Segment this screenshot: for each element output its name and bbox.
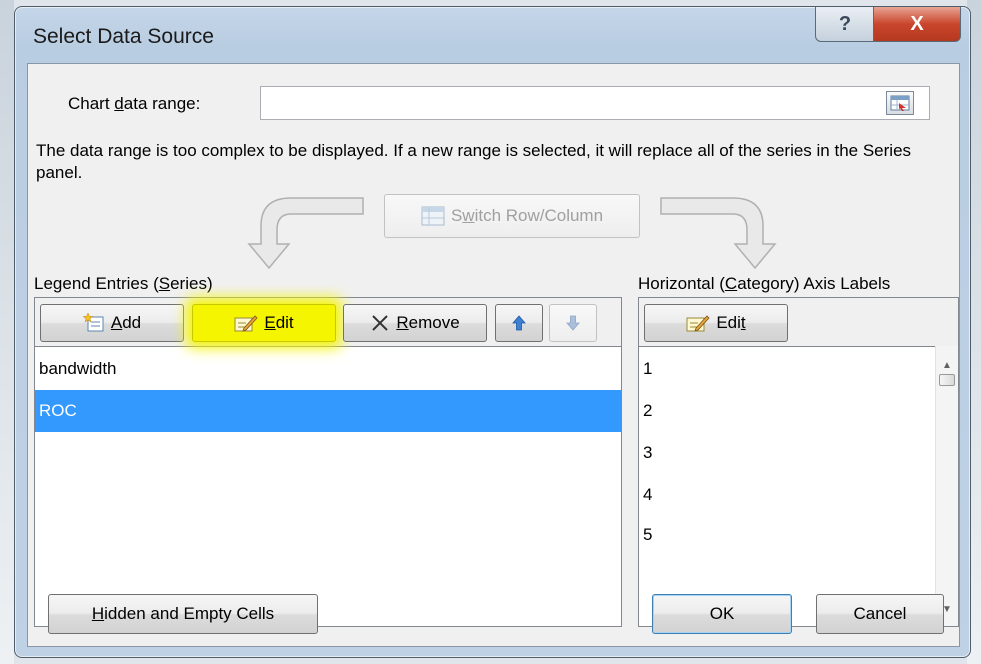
add-series-button[interactable]: Add: [40, 304, 184, 342]
help-button[interactable]: ?: [815, 7, 875, 42]
scroll-up-arrow-icon[interactable]: ▲: [936, 354, 958, 376]
dialog-body: Chart data range: The data range is too …: [27, 63, 960, 647]
chart-data-range-input[interactable]: [260, 86, 930, 120]
axis-label-item[interactable]: 3: [639, 432, 936, 474]
legend-entries-label: Legend Entries (Series): [34, 274, 213, 293]
edit-axis-labels-label: Edit: [716, 313, 746, 332]
move-up-button[interactable]: [495, 304, 543, 342]
axis-labels-panel: Edit 1 2 3 4 5 ▲ ▼: [638, 297, 959, 627]
arrow-down-icon: [566, 315, 580, 331]
remove-icon: [372, 315, 389, 331]
legend-toolbar: Add Edit Remove: [35, 298, 621, 347]
switch-row-column-label: Switch Row/Column: [450, 206, 604, 225]
hidden-and-empty-cells-button[interactable]: Hidden and Empty Cells: [48, 594, 318, 634]
axis-labels-label: Horizontal (Category) Axis Labels: [638, 274, 891, 293]
axis-label-item[interactable]: 1: [639, 348, 936, 390]
left-curved-arrow-icon: [247, 197, 364, 270]
edit-series-button[interactable]: Edit: [192, 304, 336, 342]
arrow-up-icon: [512, 315, 526, 331]
axis-label-item[interactable]: 4: [639, 474, 936, 516]
add-icon: [82, 313, 104, 332]
help-icon: ?: [838, 12, 852, 35]
switch-row-column-button[interactable]: Switch Row/Column: [384, 194, 640, 238]
series-item-bandwidth[interactable]: bandwidth: [35, 348, 621, 390]
axis-label-item[interactable]: 2: [639, 390, 936, 432]
close-icon: X: [910, 12, 924, 35]
select-data-source-dialog: Select Data Source ? X Chart data range:…: [14, 6, 971, 658]
range-select-icon: [890, 95, 910, 111]
series-item-roc[interactable]: ROC: [35, 390, 621, 432]
background-left: [0, 0, 14, 664]
chart-data-range-label: Chart data range:: [68, 94, 201, 113]
info-message: The data range is too complex to be disp…: [36, 141, 912, 182]
remove-series-label: Remove: [396, 313, 460, 332]
collapse-dialog-button[interactable]: [886, 91, 914, 115]
move-down-button[interactable]: [549, 304, 597, 342]
ok-label: OK: [709, 604, 735, 623]
scroll-thumb[interactable]: [939, 374, 955, 386]
edit-icon: [234, 315, 258, 332]
add-series-label: Add: [110, 313, 142, 332]
axis-label-item[interactable]: 5: [639, 516, 936, 554]
close-button[interactable]: X: [873, 7, 961, 42]
hidden-and-empty-cells-label: Hidden and Empty Cells: [91, 604, 275, 623]
title-bar[interactable]: Select Data Source ? X: [15, 7, 970, 63]
edit-series-label: Edit: [264, 313, 294, 332]
axis-toolbar: Edit: [639, 298, 958, 347]
ok-button[interactable]: OK: [652, 594, 792, 634]
dialog-title: Select Data Source: [33, 25, 214, 48]
axis-labels-scrollbar[interactable]: ▲ ▼: [935, 346, 958, 626]
right-curved-arrow-icon: [660, 197, 777, 270]
cancel-label: Cancel: [853, 604, 907, 623]
edit-icon: [686, 315, 710, 332]
switch-row-column-icon: [421, 206, 445, 226]
legend-entries-panel: Add Edit Remove bandwidth ROC: [34, 297, 622, 627]
cancel-button[interactable]: Cancel: [816, 594, 944, 634]
edit-axis-labels-button[interactable]: Edit: [644, 304, 788, 342]
remove-series-button[interactable]: Remove: [343, 304, 487, 342]
